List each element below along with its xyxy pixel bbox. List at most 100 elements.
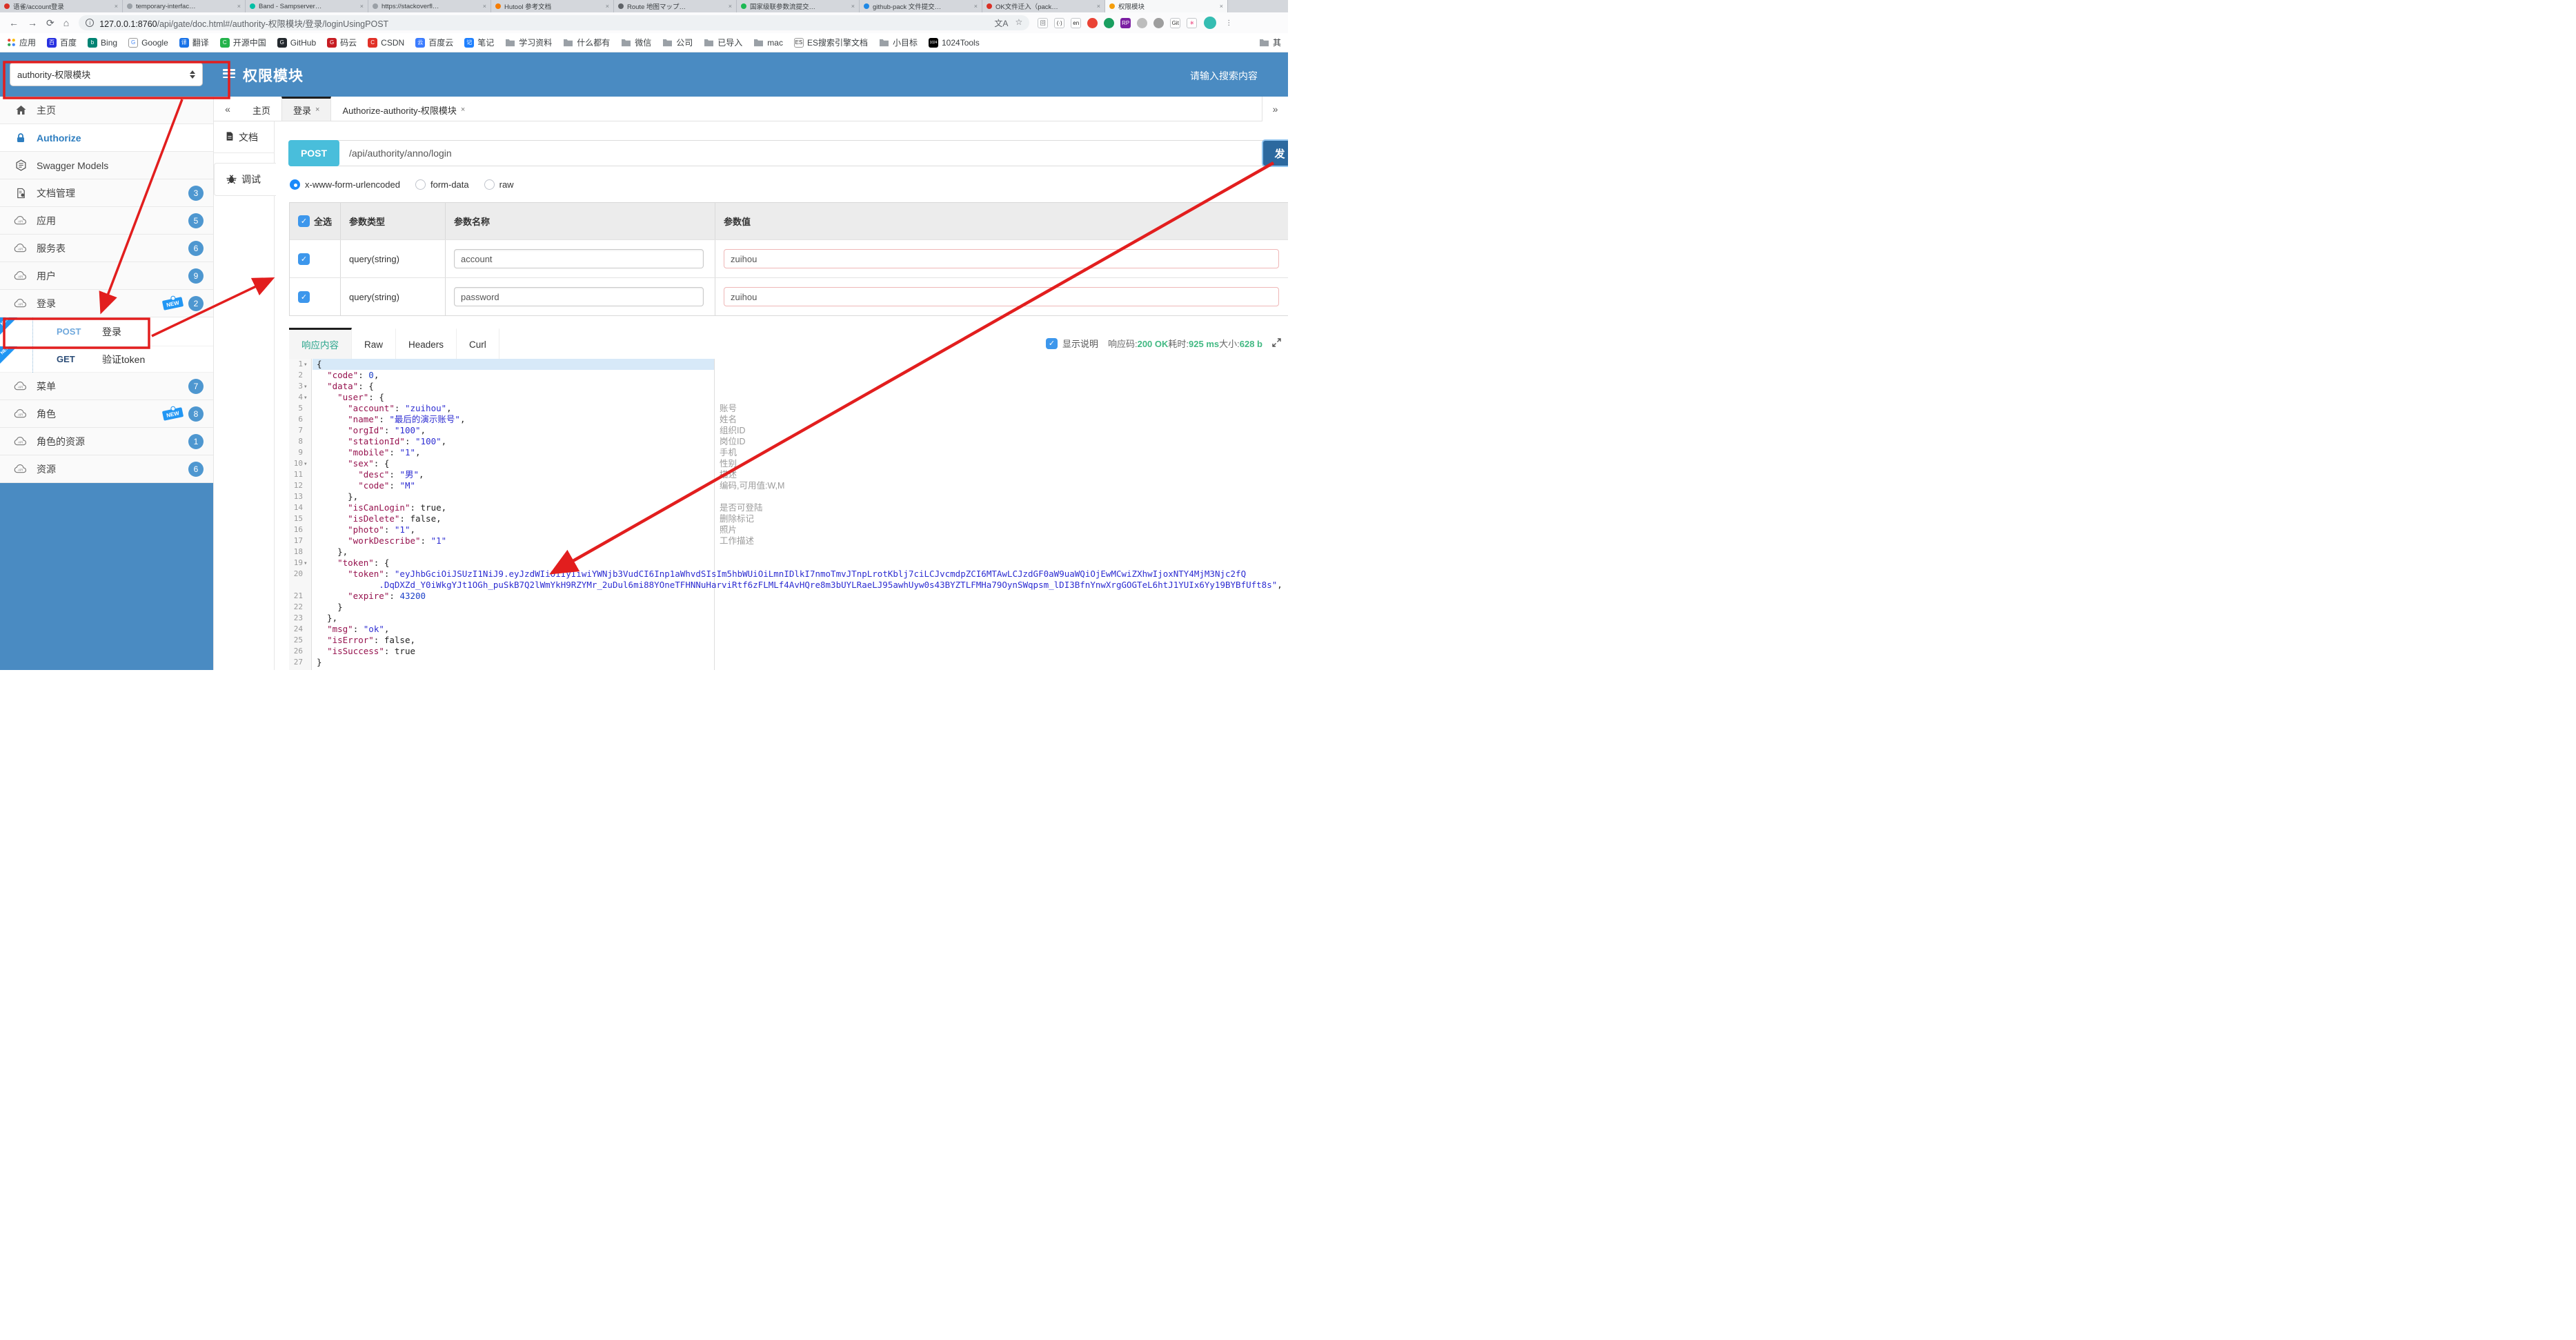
fold-arrow-icon[interactable]: ▼ <box>304 459 307 470</box>
tab-close-icon[interactable]: × <box>1220 3 1223 10</box>
reload-icon[interactable]: ⟳ <box>46 17 55 29</box>
module-select[interactable]: authority-权限模块 <box>10 62 203 86</box>
browser-tab[interactable]: https://stackoverfl… × <box>368 0 491 12</box>
home-icon[interactable]: ⌂ <box>63 17 69 28</box>
expand-tabs-icon[interactable]: » <box>1262 97 1288 121</box>
tab-close-icon[interactable]: × <box>851 3 855 10</box>
translate-icon[interactable]: 文A <box>994 17 1008 29</box>
sidebar-item-Swagger Models[interactable]: Swagger Models <box>0 152 213 179</box>
body-type-radio-x-www-form-urlencoded[interactable]: x-www-form-urlencoded <box>290 179 400 190</box>
close-tab-icon[interactable]: × <box>461 106 465 114</box>
response-tab-Headers[interactable]: Headers <box>396 328 457 359</box>
param-name-input[interactable]: account <box>454 249 704 268</box>
bookmark-item[interactable]: b Bing <box>88 37 117 48</box>
subnav-调试[interactable]: 调试 <box>214 163 276 196</box>
extension-icon[interactable]: RP <box>1120 17 1131 28</box>
doc-tab-Authorize-authority-权限模块[interactable]: Authorize-authority-权限模块 × <box>331 97 476 121</box>
radio-icon[interactable] <box>290 179 300 190</box>
bookmark-item[interactable]: 译翻译 <box>179 37 209 48</box>
fullscreen-icon[interactable] <box>1272 337 1281 349</box>
select-all-checkbox[interactable]: ✓ <box>298 215 310 227</box>
browser-menu-icon[interactable]: ⋮ <box>1225 19 1232 27</box>
bookmark-item[interactable]: 学习资料 <box>505 37 552 48</box>
param-value-input[interactable]: zuihou <box>724 287 1279 306</box>
sidebar-item-登录[interactable]: API 登录 NEW 2 <box>0 290 213 317</box>
param-name-input[interactable]: password <box>454 287 704 306</box>
doc-tab-登录[interactable]: 登录 × <box>281 97 332 121</box>
bookmark-item[interactable]: 微信 <box>621 37 651 48</box>
body-type-radio-raw[interactable]: raw <box>484 179 514 190</box>
response-tab-Curl[interactable]: Curl <box>457 328 499 359</box>
browser-tab[interactable]: OK文件迁入（pack… × <box>982 0 1105 12</box>
extension-icon[interactable]: Git <box>1170 17 1181 28</box>
bookmark-item[interactable]: C CSDN <box>368 37 404 48</box>
bookmark-star-icon[interactable]: ☆ <box>1015 17 1022 29</box>
param-checkbox[interactable]: ✓ <box>298 290 310 303</box>
page-info-icon[interactable]: i <box>86 19 95 27</box>
sidebar-item-主页[interactable]: 主页 <box>0 97 213 124</box>
response-tab-响应内容[interactable]: 响应内容 <box>289 328 352 359</box>
collapse-tabs-icon[interactable]: « <box>214 97 241 121</box>
tab-close-icon[interactable]: × <box>115 3 118 10</box>
radio-icon[interactable] <box>484 179 495 190</box>
bookmark-item[interactable]: 应用 <box>7 37 36 48</box>
doc-tab-主页[interactable]: 主页 <box>241 97 281 121</box>
body-type-radio-form-data[interactable]: form-data <box>415 179 469 190</box>
bookmark-item[interactable]: 1024 1024Tools <box>929 37 980 48</box>
fold-arrow-icon[interactable]: ▼ <box>304 382 307 393</box>
extension-icon[interactable]: en <box>1071 17 1082 28</box>
tab-close-icon[interactable]: × <box>974 3 978 10</box>
bookmark-item[interactable]: 已导入 <box>704 37 742 48</box>
extension-icon[interactable]: 回 <box>1038 17 1049 28</box>
close-tab-icon[interactable]: × <box>315 106 319 114</box>
fold-arrow-icon[interactable]: ▼ <box>304 558 307 569</box>
browser-tab[interactable]: 语雀/account登录 × <box>0 0 123 12</box>
sidebar-item-应用[interactable]: API 应用 5 <box>0 207 213 235</box>
endpoint-url[interactable]: /api/authority/anno/login <box>349 148 452 159</box>
bookmark-item[interactable]: 公司 <box>662 37 693 48</box>
subnav-文档[interactable]: 文档 <box>214 121 274 153</box>
extension-icon[interactable] <box>1104 17 1115 28</box>
bookmark-overflow-folder[interactable]: 其 <box>1259 37 1281 48</box>
browser-tab[interactable]: temporary-interfac… × <box>123 0 246 12</box>
bookmark-item[interactable]: 记笔记 <box>464 37 494 48</box>
bookmark-item[interactable]: C 开源中国 <box>219 37 266 48</box>
back-icon[interactable]: ← <box>9 17 19 28</box>
extension-icon[interactable]: (·) <box>1054 17 1065 28</box>
response-json-viewer[interactable]: 1 ▼{2 "code": 0, 3 ▼ "data": {4 ▼ "user": {5… <box>289 359 1288 670</box>
extension-icon[interactable] <box>1137 17 1148 28</box>
show-desc-checkbox[interactable]: ✓ <box>1045 337 1058 349</box>
hamburger-icon[interactable] <box>223 69 235 79</box>
bookmark-item[interactable]: G Google <box>128 37 168 48</box>
param-checkbox[interactable]: ✓ <box>298 253 310 265</box>
tab-close-icon[interactable]: × <box>606 3 609 10</box>
extension-icon[interactable]: ✳ <box>1187 17 1198 28</box>
response-tab-Raw[interactable]: Raw <box>352 328 397 359</box>
param-value-input[interactable]: zuihou <box>724 249 1279 268</box>
browser-tab[interactable]: Band - Sampserver… × <box>246 0 368 12</box>
bookmark-item[interactable]: 小目标 <box>879 37 918 48</box>
sidebar-item-用户[interactable]: API 用户 9 <box>0 262 213 290</box>
fold-arrow-icon[interactable]: ▼ <box>304 393 307 404</box>
forward-icon[interactable]: → <box>28 17 37 28</box>
omnibox[interactable]: i 127.0.0.1:8760/api/gate/doc.html#/auth… <box>79 15 1030 30</box>
sidebar-item-角色的资源[interactable]: API 角色的资源 1 <box>0 428 213 455</box>
sidebar-item-Authorize[interactable]: Authorize <box>0 124 213 152</box>
browser-tab[interactable]: 国家级联参数流提交… × <box>737 0 860 12</box>
bookmark-item[interactable]: 什么都有 <box>563 37 610 48</box>
bookmark-item[interactable]: G GitHub <box>277 37 316 48</box>
sidebar-item-菜单[interactable]: API 菜单 7 <box>0 373 213 400</box>
extension-icon[interactable] <box>1153 17 1165 28</box>
browser-tab[interactable]: 权限模块 × <box>1105 0 1228 12</box>
bookmark-item[interactable]: G 码云 <box>327 37 357 48</box>
fold-arrow-icon[interactable]: ▼ <box>304 359 307 371</box>
bookmark-item[interactable]: ES ES搜索引擎文档 <box>793 37 868 48</box>
bookmark-item[interactable]: 云百度云 <box>415 37 453 48</box>
tab-close-icon[interactable]: × <box>237 3 241 10</box>
search-input[interactable]: 请输入搜索内容 <box>1190 69 1258 83</box>
sidebar-item-服务表[interactable]: API 服务表 6 <box>0 235 213 262</box>
browser-tab[interactable]: Route 地图マップ… × <box>614 0 737 12</box>
radio-icon[interactable] <box>415 179 426 190</box>
bookmark-item[interactable]: mac <box>753 38 783 48</box>
send-button[interactable]: 发 <box>1262 139 1288 167</box>
